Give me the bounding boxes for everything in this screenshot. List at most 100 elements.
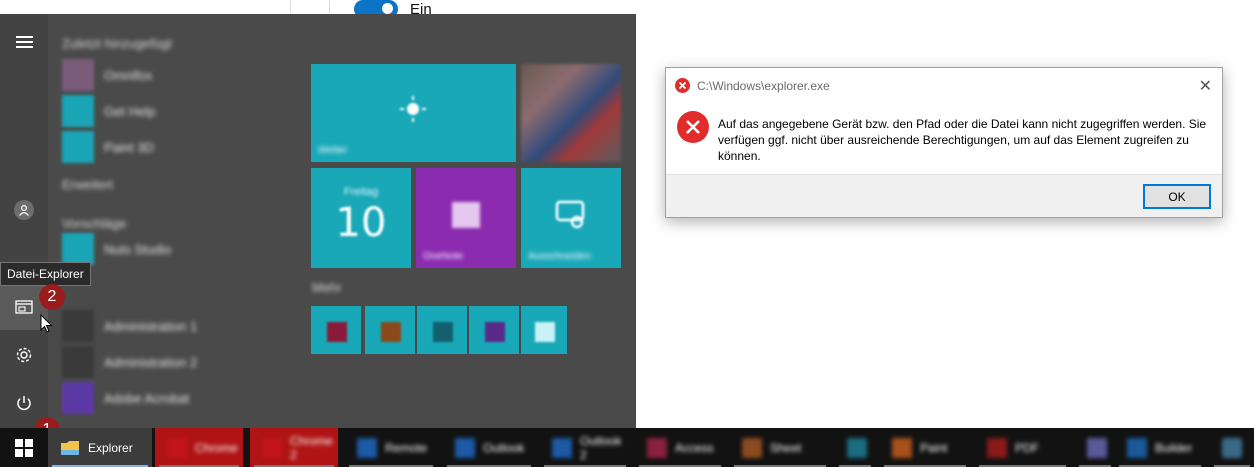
tile-label: Ausschneiden [528, 251, 591, 262]
app-icon [455, 437, 475, 458]
taskbar-item[interactable]: Chrome [155, 428, 243, 467]
taskbar-item[interactable]: Access [635, 428, 725, 467]
tile-onenote[interactable]: OneNote [416, 168, 516, 268]
list-item[interactable]: Administration 2 [62, 345, 302, 379]
tile-news[interactable] [521, 64, 621, 162]
list-item[interactable]: Administration 1 [62, 309, 302, 343]
app-icon [552, 437, 572, 458]
start-menu: Zuletzt hinzugefügt Omnifox Get Help Pai… [0, 14, 636, 428]
start-rail [0, 14, 48, 428]
taskbar-item-label: Paint [920, 440, 948, 455]
list-item[interactable]: Get Help [62, 94, 302, 128]
app-icon [62, 233, 94, 265]
taskbar-item-label: Chrome 2 [290, 433, 333, 462]
taskbar-item[interactable]: Chrome 2 [250, 428, 338, 467]
error-dialog: C:\Windows\explorer.exe ✕ Auf das angege… [665, 67, 1223, 218]
dialog-footer: OK [666, 174, 1222, 217]
toggle-knob [382, 3, 393, 14]
app-icon [262, 437, 282, 458]
error-icon [677, 111, 709, 143]
taskbar-item-label: PDF [1015, 440, 1039, 455]
folder-icon [61, 440, 79, 455]
app-icon [357, 437, 377, 458]
tile-weather[interactable]: Wetter [311, 64, 516, 162]
taskbar-item-label: Builder [1155, 440, 1193, 455]
start-button[interactable] [0, 428, 48, 467]
divider [290, 0, 291, 14]
app-icon [1087, 437, 1107, 458]
ok-button[interactable]: OK [1143, 184, 1211, 209]
list-item[interactable]: Adobe Acrobat [62, 381, 302, 415]
taskbar-item[interactable]: Sheet [730, 428, 830, 467]
app-icon [485, 322, 505, 342]
app-icon [327, 322, 347, 342]
app-icon [847, 437, 867, 458]
taskbar-item[interactable] [835, 428, 875, 467]
list-item-label: Get Help [104, 103, 156, 119]
small-tile[interactable] [311, 306, 361, 354]
list-header-suggested: Vorschläge [62, 216, 127, 231]
tile-snip[interactable]: Ausschneiden [521, 168, 621, 268]
tile-label: Wetter [318, 145, 348, 156]
taskbar-item-explorer[interactable]: Explorer [48, 428, 152, 467]
dialog-message: Auf das angegebene Gerät bzw. den Pfad o… [718, 117, 1207, 163]
taskbar-item[interactable]: Paint [880, 428, 970, 467]
list-header-recent: Zuletzt hinzugefügt [62, 36, 172, 51]
app-icon [892, 437, 912, 458]
taskbar-item-label: Access [675, 440, 714, 455]
app-icon [62, 346, 94, 378]
snip-icon [555, 200, 585, 229]
taskbar: Explorer Chrome Chrome 2 Remote Outlook Outl… [0, 428, 1254, 467]
gear-icon[interactable] [0, 332, 48, 378]
tile-calendar[interactable]: Freitag 10 [311, 168, 411, 268]
list-item-label: Administration 2 [104, 354, 198, 370]
app-icon [433, 322, 453, 342]
app-icon [742, 437, 762, 458]
taskbar-item[interactable] [1075, 428, 1115, 467]
app-icon [62, 310, 94, 342]
tile-group-label: Mehr [312, 280, 342, 295]
calendar-date: 10 [335, 200, 387, 246]
close-button[interactable]: ✕ [1199, 76, 1212, 96]
app-icon [1127, 437, 1147, 458]
app-icon [62, 382, 94, 414]
small-tile[interactable] [521, 306, 567, 354]
mouse-cursor-icon [40, 314, 53, 333]
taskbar-item[interactable] [1210, 428, 1254, 467]
taskbar-item-label: Remote [385, 440, 428, 455]
tooltip-file-explorer: Datei-Explorer [0, 262, 91, 286]
list-item[interactable]: Nuts Studio [62, 232, 302, 266]
small-tile[interactable] [417, 306, 467, 354]
taskbar-item[interactable]: PDF [975, 428, 1070, 467]
onenote-icon [452, 202, 480, 228]
list-item-label: Nuts Studio [104, 241, 172, 257]
app-icon [62, 59, 94, 91]
user-icon[interactable] [0, 187, 48, 233]
sun-icon [400, 96, 426, 122]
taskbar-item-label: Outlook 2 [580, 433, 622, 462]
taskbar-item[interactable]: Outlook 2 [540, 428, 630, 467]
list-item-label: Omnifox [104, 67, 153, 83]
small-tile[interactable] [469, 306, 519, 354]
taskbar-item-label: Chrome [195, 440, 238, 455]
app-icon [381, 322, 401, 342]
app-icon [535, 322, 555, 342]
list-item-label: Administration 1 [104, 318, 198, 334]
app-icon [62, 95, 94, 127]
list-item-label: Paint 3D [104, 139, 154, 155]
small-tile[interactable] [365, 306, 415, 354]
list-item[interactable]: Paint 3D [62, 130, 302, 164]
app-icon [987, 437, 1007, 458]
taskbar-item-label: Explorer [88, 440, 133, 455]
taskbar-item[interactable]: Builder [1115, 428, 1205, 467]
hamburger-icon[interactable] [0, 19, 48, 65]
app-icon [62, 131, 94, 163]
calendar-day: Freitag [343, 186, 379, 198]
list-header-expand[interactable]: Erweitert [62, 177, 113, 192]
taskbar-item[interactable]: Remote [345, 428, 437, 467]
list-item[interactable]: Omnifox [62, 58, 302, 92]
app-icon [1222, 437, 1242, 458]
app-list: Zuletzt hinzugefügt Omnifox Get Help Pai… [54, 14, 304, 428]
taskbar-item[interactable]: Outlook [443, 428, 535, 467]
list-item-label: Adobe Acrobat [104, 390, 190, 406]
